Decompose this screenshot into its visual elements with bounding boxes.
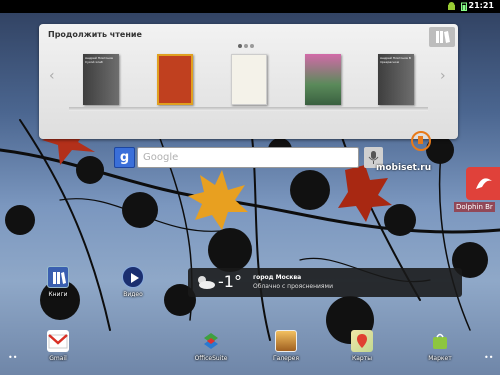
app-label: Книги [48,291,68,298]
app-officesuite[interactable]: OfficeSuite [189,330,233,362]
status-clock: 21:21 [468,1,494,10]
status-bar: 21:21 [0,0,500,13]
video-icon [122,266,144,288]
gmail-icon [47,330,69,352]
app-label: Gmail [49,355,67,362]
scroll-left-icon[interactable]: ‹ [49,68,57,84]
app-label: Маркет [428,355,452,362]
scroll-right-icon[interactable]: › [440,68,448,84]
android-icon [447,2,456,11]
maple-leaf-center [188,170,248,230]
app-video[interactable]: Видео [111,266,155,298]
app-label: Галерея [273,355,299,362]
continue-reading-widget: Продолжить чтение ‹ › Андрей Платонов Су… [39,24,458,139]
app-label: Видео [123,291,143,298]
widget-title: Продолжить чтение [48,30,142,39]
temperature: -1° [218,272,242,291]
page-dots [238,33,256,52]
right-page-dots[interactable]: •• [484,353,493,362]
google-search-bar[interactable]: g Google [114,146,383,169]
left-page-dots[interactable]: •• [8,353,17,362]
books-logo-icon[interactable] [429,27,455,47]
app-books[interactable]: Книги [36,266,80,298]
gallery-icon [275,330,297,352]
books-icon [47,266,69,288]
search-input[interactable]: Google [137,147,359,168]
app-gmail[interactable]: Gmail [36,330,80,362]
app-gallery[interactable]: Галерея [264,330,308,362]
dolphin-browser-label[interactable]: Dolphin Br [454,202,495,212]
maple-leaf-right [338,165,392,222]
battery-icon [461,2,467,11]
weather-city: город Москва [253,274,302,281]
book-cover[interactable] [305,54,341,105]
app-label: OfficeSuite [194,355,228,362]
officesuite-icon [200,330,222,352]
maps-icon [351,330,373,352]
weather-widget[interactable]: -1° город Москва Облачно с прояснениями [188,268,462,297]
app-market[interactable]: Маркет [418,330,462,362]
watermark-logo-icon [410,130,432,156]
google-logo-icon[interactable]: g [114,147,135,168]
weather-condition: Облачно с прояснениями [253,283,333,290]
market-icon [429,330,451,352]
watermark: mobiset.ru [376,163,432,173]
cloud-sun-icon [194,274,216,294]
book-cover[interactable]: Андрей Платонов В прекрасном [378,54,414,105]
shelf [69,107,428,111]
app-maps[interactable]: Карты [340,330,384,362]
book-cover[interactable] [157,54,193,105]
app-label: Карты [352,355,372,362]
book-cover[interactable] [231,54,267,105]
dolphin-browser-icon[interactable] [466,167,500,200]
dock: •• •• Gmail OfficeSuite Галерея Карты Ма… [0,326,500,375]
book-cover[interactable]: Андрей Платонов Сухой хлеб [83,54,119,105]
